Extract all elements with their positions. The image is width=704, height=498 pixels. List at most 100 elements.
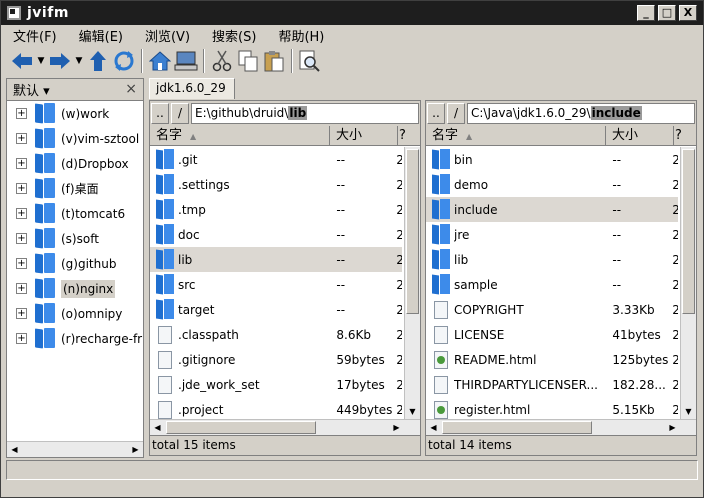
file-row[interactable]: src -- 2 — [150, 272, 402, 297]
menu-view[interactable]: 浏览(V) — [145, 26, 190, 45]
maximize-button[interactable]: □ — [658, 5, 676, 21]
scroll-right-icon[interactable]: ▶ — [128, 442, 143, 457]
file-row[interactable]: demo -- 2 — [426, 172, 678, 197]
menu-edit[interactable]: 编辑(E) — [79, 26, 123, 45]
title-bar[interactable]: jvifm _ □ X — [1, 1, 703, 25]
file-row[interactable]: doc -- 2 — [150, 222, 402, 247]
file-row[interactable]: THIRDPARTYLICENSER... 182.28... 2 — [426, 372, 678, 397]
tree-item[interactable]: + (f)桌面 — [7, 176, 143, 201]
file-row[interactable]: include -- 2 — [426, 197, 678, 222]
scroll-left-icon[interactable]: ◀ — [7, 442, 22, 457]
close-icon[interactable]: × — [125, 81, 137, 97]
col-size-header[interactable]: 大小 — [606, 126, 674, 145]
expand-icon[interactable]: + — [16, 333, 27, 344]
tree-item[interactable]: + (n)nginx — [7, 276, 143, 301]
file-extra: 2 — [396, 202, 402, 217]
bookmark-group-select[interactable]: 默认 ▾ — [13, 80, 50, 99]
file-extra: 2 — [672, 277, 678, 292]
dropdown-arrow-icon[interactable]: ▼ — [73, 48, 85, 74]
expand-icon[interactable]: + — [16, 283, 27, 294]
file-row[interactable]: README.html 125bytes 2 — [426, 347, 678, 372]
refresh-icon[interactable] — [111, 48, 137, 74]
up-arrow-icon[interactable] — [85, 48, 111, 74]
expand-icon[interactable]: + — [16, 233, 27, 244]
back-arrow-icon[interactable] — [9, 48, 35, 74]
tab-jdk[interactable]: jdk1.6.0_29 — [149, 78, 235, 99]
col-size-header[interactable]: 大小 — [330, 126, 398, 145]
file-row[interactable]: COPYRIGHT 3.33Kb 2 — [426, 297, 678, 322]
tree-item[interactable]: + (d)Dropbox — [7, 151, 143, 176]
tree-item[interactable]: + (w)work — [7, 101, 143, 126]
copy-icon[interactable] — [235, 48, 261, 74]
tree-item[interactable]: + (o)omnipy — [7, 301, 143, 326]
horizontal-scrollbar[interactable]: ◀ ▶ — [150, 419, 420, 435]
file-size: -- — [336, 277, 346, 292]
scroll-down-icon[interactable]: ▼ — [681, 404, 696, 419]
file-row[interactable]: jre -- 2 — [426, 222, 678, 247]
paste-icon[interactable] — [261, 48, 287, 74]
expand-icon[interactable]: + — [16, 183, 27, 194]
path-input[interactable]: E:\github\druid\lib — [191, 103, 419, 124]
expand-icon[interactable]: + — [16, 158, 27, 169]
file-row[interactable]: .settings -- 2 — [150, 172, 402, 197]
tree-item[interactable]: + (t)tomcat6 — [7, 201, 143, 226]
tree-item[interactable]: + (g)github — [7, 251, 143, 276]
expand-icon[interactable]: + — [16, 258, 27, 269]
minimize-button[interactable]: _ — [637, 5, 655, 21]
close-button[interactable]: X — [679, 5, 697, 21]
file-row[interactable]: LICENSE 41bytes 2 — [426, 322, 678, 347]
file-row[interactable]: target -- 2 — [150, 297, 402, 322]
scroll-left-icon[interactable]: ◀ — [150, 420, 165, 435]
scroll-down-icon[interactable]: ▼ — [405, 404, 420, 419]
parent-dir-button[interactable]: .. — [151, 103, 169, 124]
tree-item[interactable]: + (v)vim-sztool — [7, 126, 143, 151]
expand-icon[interactable]: + — [16, 108, 27, 119]
file-row[interactable]: register.html 5.15Kb 2 — [426, 397, 678, 419]
tree-item[interactable]: + (r)recharge-fr — [7, 326, 143, 351]
menu-help[interactable]: 帮助(H) — [278, 26, 324, 45]
file-row[interactable]: .tmp -- 2 — [150, 197, 402, 222]
root-dir-button[interactable]: / — [171, 103, 189, 124]
path-input[interactable]: C:\Java\jdk1.6.0_29\include — [467, 103, 695, 124]
menu-search[interactable]: 搜索(S) — [212, 26, 256, 45]
expand-icon[interactable]: + — [16, 308, 27, 319]
file-row[interactable]: sample -- 2 — [426, 272, 678, 297]
vertical-scrollbar[interactable]: ▼ — [404, 147, 420, 419]
scroll-thumb[interactable] — [682, 149, 695, 314]
file-row[interactable]: .git -- 2 — [150, 147, 402, 172]
cut-icon[interactable] — [209, 48, 235, 74]
scroll-left-icon[interactable]: ◀ — [426, 420, 441, 435]
file-row[interactable]: lib -- 2 — [426, 247, 678, 272]
col-name-header[interactable]: 名字 ▲ — [426, 126, 606, 145]
file-row[interactable]: .jde_work_set 17bytes 2 — [150, 372, 402, 397]
file-size: -- — [336, 302, 346, 317]
horizontal-scrollbar[interactable]: ◀ ▶ — [426, 419, 696, 435]
file-row[interactable]: .gitignore 59bytes 2 — [150, 347, 402, 372]
home-icon[interactable] — [147, 48, 173, 74]
command-line[interactable] — [6, 460, 698, 480]
computer-icon[interactable] — [173, 48, 199, 74]
expand-icon[interactable]: + — [16, 208, 27, 219]
file-row[interactable]: bin -- 2 — [426, 147, 678, 172]
tree-item[interactable]: + (s)soft — [7, 226, 143, 251]
menu-file[interactable]: 文件(F) — [13, 26, 57, 45]
file-row[interactable]: .project 449bytes 2 — [150, 397, 402, 419]
scroll-thumb[interactable] — [166, 421, 316, 434]
root-dir-button[interactable]: / — [447, 103, 465, 124]
col-more-header[interactable]: ? — [398, 126, 406, 145]
file-row[interactable]: .classpath 8.6Kb 2 — [150, 322, 402, 347]
col-more-header[interactable]: ? — [674, 126, 682, 145]
horizontal-scrollbar[interactable]: ◀ ▶ — [7, 441, 143, 457]
search-icon[interactable] — [297, 48, 323, 74]
vertical-scrollbar[interactable]: ▼ — [680, 147, 696, 419]
file-row[interactable]: lib -- 2 — [150, 247, 402, 272]
scroll-right-icon[interactable]: ▶ — [665, 420, 680, 435]
scroll-right-icon[interactable]: ▶ — [389, 420, 404, 435]
col-name-header[interactable]: 名字 ▲ — [150, 126, 330, 145]
scroll-thumb[interactable] — [406, 149, 419, 314]
expand-icon[interactable]: + — [16, 133, 27, 144]
dropdown-arrow-icon[interactable]: ▼ — [35, 48, 47, 74]
parent-dir-button[interactable]: .. — [427, 103, 445, 124]
scroll-thumb[interactable] — [442, 421, 592, 434]
forward-arrow-icon[interactable] — [47, 48, 73, 74]
